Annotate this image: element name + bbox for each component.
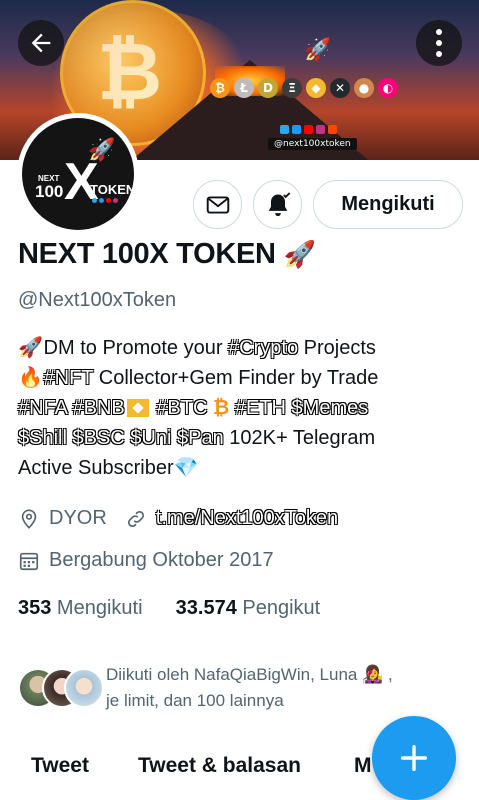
bio-line-3: #NFA #BNB #BTC ₿ #ETH $Memes [18,393,468,423]
bio-line-2: 🔥 #NFT Collector+Gem Finder by Trade [18,363,468,393]
telegram-icon [280,125,289,134]
hashtag-nfa[interactable]: #NFA [18,397,67,419]
btc-logo-icon: ₿ [210,78,230,98]
bell-check-icon [268,191,290,216]
profile-link[interactable]: t.me/Next100xToken [156,507,338,530]
plus-icon [400,744,428,772]
profile-joined: Bergabung Oktober 2017 [49,549,274,571]
avatar-logo: 🚀 NEXT 100 X TOKEN [22,118,134,230]
crypto-logos-row: ₿ Ł D Ξ ◆ ✕ ● ◐ [210,78,398,98]
link-icon [127,510,144,527]
eth-logo-icon: Ξ [282,78,302,98]
profile-avatar[interactable]: 🚀 NEXT 100 X TOKEN [17,113,139,235]
profile-stats: 353 Mengikuti 33.574 Pengikut [18,597,320,620]
profile-joined-row: Bergabung Oktober 2017 [18,549,274,572]
hashtag-bnb[interactable]: #BNB [72,397,124,419]
bnb-logo-icon: ◆ [306,78,326,98]
pancake-logo-icon: ● [354,78,374,98]
ltc-logo-icon: Ł [234,78,254,98]
cashtag-uni[interactable]: $Uni [130,427,171,449]
profile-handle: @Next100xToken [18,289,177,311]
avatar-social-icons [92,198,118,203]
following-stat[interactable]: 353 Mengikuti [18,597,143,619]
back-button[interactable] [18,20,64,66]
tab-tweets[interactable]: Tweet [31,754,89,778]
tab-tweets-replies[interactable]: Tweet & balasan [138,754,301,778]
gem-icon: 💎 [173,457,199,479]
bio-line-4: $Shill $BSC $Uni $Pan 102K+ Telegram [18,427,376,449]
followed-by-text[interactable]: Diikuti oleh NafaQiaBigWin, Luna 👩‍🎤 , j… [106,662,466,714]
cashtag-shill[interactable]: $Shill [18,427,67,449]
profile-name: NEXT 100X TOKEN 🚀 [18,238,316,271]
arrow-left-icon [31,33,51,53]
bio-line-1: 🚀 DM to Promote your #Crypto Projects [18,333,468,363]
uniswap-logo-icon: ◐ [378,78,398,98]
profile-location-row: DYOR t.me/Next100xToken [18,507,338,530]
profile-location: DYOR [49,507,107,529]
bio-line-5: Active Subscriber💎 [18,457,199,479]
cashtag-memes[interactable]: $Memes [292,397,369,419]
envelope-icon [206,195,229,214]
calendar-icon [19,552,39,570]
hashtag-btc[interactable]: #BTC [156,397,207,419]
location-pin-icon [21,508,37,529]
xrp-logo-icon: ✕ [330,78,350,98]
rocket-icon: 🚀 [283,239,316,269]
more-vertical-icon [436,29,442,57]
bnb-icon [126,399,149,417]
youtube-icon [304,125,313,134]
instagram-icon [316,125,325,134]
compose-tweet-button[interactable] [372,716,456,800]
bitcoin-icon: ₿ [212,397,230,419]
doge-logo-icon: D [258,78,278,98]
fire-icon: 🔥 [18,367,43,389]
following-button[interactable]: Mengikuti [313,180,463,229]
hashtag-nft[interactable]: #NFT [44,367,94,389]
avatar-text-100: 100 [35,182,64,201]
notifications-button[interactable] [253,180,302,229]
followers-stat[interactable]: 33.574 Pengikut [176,597,321,619]
profile-bio: 🚀 DM to Promote your #Crypto Projects 🔥 … [18,333,468,483]
message-button[interactable] [193,180,242,229]
more-options-button[interactable] [416,20,462,66]
twitter-icon [292,125,301,134]
tab-media[interactable]: M [354,754,372,778]
hashtag-crypto[interactable]: #Crypto [228,337,298,359]
cashtag-bsc[interactable]: $BSC [72,427,124,449]
hashtag-eth[interactable]: #ETH [235,397,286,419]
rocket-icon: 🚀 [18,337,43,359]
banner-handle: @next100xtoken [268,138,357,150]
social-icons-row [280,125,337,134]
cashtag-pan[interactable]: $Pan [177,427,224,449]
person-emoji-icon: 👩‍🎤 [362,665,384,684]
avatar [64,668,104,708]
reddit-icon [328,125,337,134]
rocket-icon: 🚀 [304,38,332,63]
profile-name-text: NEXT 100X TOKEN [18,238,276,270]
avatar-text-token: TOKEN [90,182,134,197]
